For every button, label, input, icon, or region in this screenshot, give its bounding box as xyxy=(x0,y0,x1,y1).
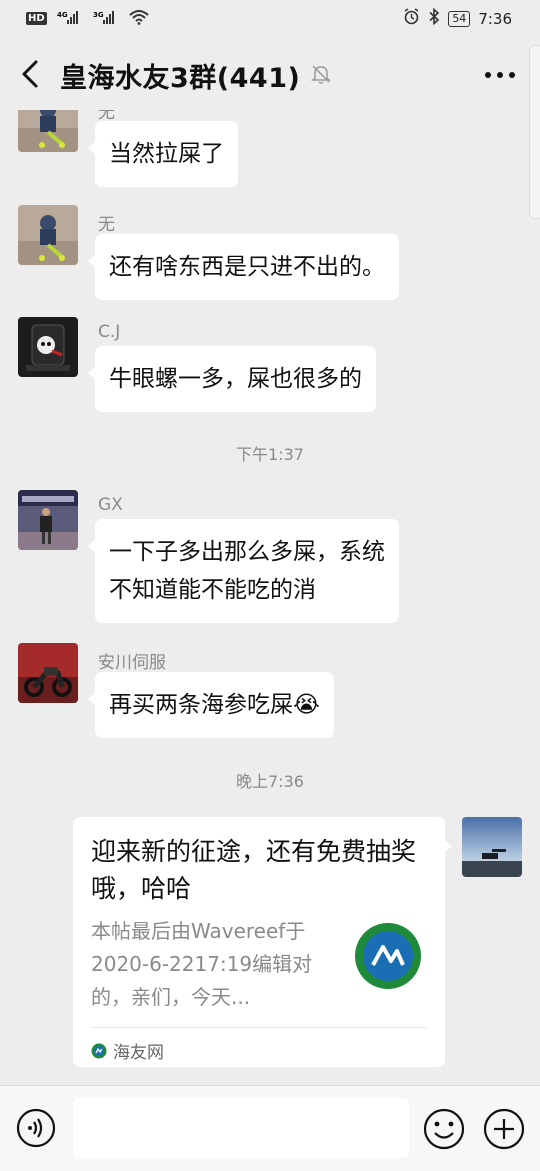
source-name: 海友网 xyxy=(113,1043,164,1063)
wifi-icon xyxy=(129,9,149,28)
timestamp: 晚上7:36 xyxy=(236,772,304,791)
status-bar: HD 4G 3G 54 7:36 xyxy=(0,0,540,38)
avatar[interactable] xyxy=(18,643,78,703)
link-card-title: 迎来新的征途，还有免费抽奖哦，哈哈 xyxy=(91,837,417,903)
sender-name: 安川伺服 xyxy=(98,653,166,673)
voice-input-icon[interactable] xyxy=(16,1108,56,1148)
shared-link-card[interactable]: 迎来新的征途，还有免费抽奖哦，哈哈 本帖最后由Wavereef于2020-6-2… xyxy=(73,817,452,1067)
chat-header: 皇海水友3群(441) xyxy=(0,38,540,110)
svg-text:4G: 4G xyxy=(57,11,68,19)
link-card-logo xyxy=(353,921,423,991)
sender-name: C.J xyxy=(98,322,121,342)
message-line: 不知道能不能吃的消 xyxy=(109,577,316,603)
signal-3g-icon: 3G xyxy=(93,10,119,27)
message-bubble[interactable]: 还有啥东西是只进不出的。 xyxy=(88,234,399,300)
avatar[interactable] xyxy=(18,490,78,550)
avatar[interactable] xyxy=(18,110,78,152)
svg-text:3G: 3G xyxy=(93,11,104,19)
message-bubble[interactable]: 当然拉屎了 xyxy=(88,121,238,187)
clock: 7:36 xyxy=(478,9,512,28)
add-attachment-icon[interactable] xyxy=(483,1108,525,1150)
message-input[interactable] xyxy=(73,1098,409,1158)
timestamp: 下午1:37 xyxy=(236,445,304,464)
signal-4g-icon: 4G xyxy=(57,10,83,27)
emoji-icon[interactable] xyxy=(423,1108,465,1150)
source-logo-icon xyxy=(91,1043,107,1059)
more-options-icon[interactable] xyxy=(482,64,518,86)
sender-name: GX xyxy=(98,495,123,515)
input-bar xyxy=(0,1085,540,1171)
mute-bell-icon xyxy=(310,63,332,85)
hd-indicator: HD xyxy=(26,12,47,25)
divider xyxy=(91,1027,427,1028)
message-bubble[interactable]: 牛眼螺一多，屎也很多的 xyxy=(88,346,376,412)
link-card-source: 海友网 xyxy=(91,1038,164,1063)
message-list[interactable]: 无 当然拉屎了 无 还有啥东西是只进不出的。 C.J 牛眼螺一多，屎也很多的 下… xyxy=(0,110,540,1085)
bluetooth-icon xyxy=(428,7,440,29)
sender-name: 无 xyxy=(98,215,115,235)
chat-title: 皇海水友3群(441) xyxy=(60,63,301,94)
my-avatar[interactable] xyxy=(462,817,522,877)
message-bubble[interactable]: 一下子多出那么多屎，系统 不知道能不能吃的消 xyxy=(88,519,399,623)
message-bubble[interactable]: 再买两条海参吃屎😭 xyxy=(88,672,334,738)
back-arrow-icon[interactable] xyxy=(18,58,42,90)
battery-indicator: 54 xyxy=(448,10,471,27)
message-line: 一下子多出那么多屎，系统 xyxy=(109,539,385,565)
avatar[interactable] xyxy=(18,317,78,377)
avatar[interactable] xyxy=(18,205,78,265)
alarm-icon xyxy=(403,8,420,29)
link-card-description: 本帖最后由Wavereef于2020-6-2217:19编辑对的，亲们，今天..… xyxy=(91,919,313,1009)
